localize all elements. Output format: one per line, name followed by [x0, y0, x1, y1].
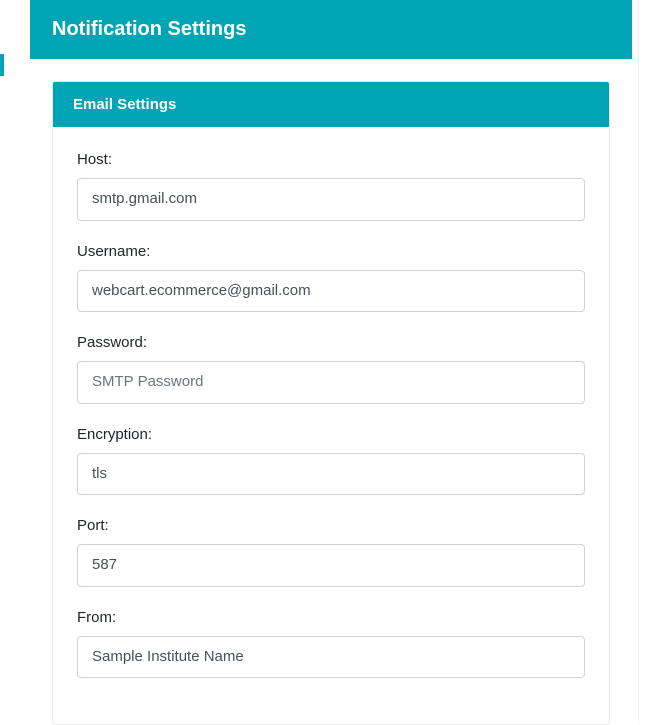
page-title: Notification Settings	[52, 18, 610, 41]
page-header: Notification Settings	[30, 0, 632, 59]
port-input[interactable]	[77, 544, 585, 587]
form-group-password: Password:	[77, 334, 585, 404]
port-label: Port:	[77, 517, 585, 534]
card-body: Host: Username: Password: Encryption: Po…	[53, 127, 609, 724]
form-group-username: Username:	[77, 243, 585, 313]
form-group-from: From:	[77, 609, 585, 679]
encryption-input[interactable]	[77, 453, 585, 496]
host-label: Host:	[77, 151, 585, 168]
form-group-host: Host:	[77, 151, 585, 221]
right-edge-panel	[638, 0, 662, 723]
form-group-encryption: Encryption:	[77, 426, 585, 496]
password-label: Password:	[77, 334, 585, 351]
password-input[interactable]	[77, 361, 585, 404]
card-header: Email Settings	[53, 82, 609, 127]
encryption-label: Encryption:	[77, 426, 585, 443]
from-label: From:	[77, 609, 585, 626]
username-input[interactable]	[77, 270, 585, 313]
left-accent-bar	[0, 54, 4, 76]
host-input[interactable]	[77, 178, 585, 221]
username-label: Username:	[77, 243, 585, 260]
from-input[interactable]	[77, 636, 585, 679]
form-group-port: Port:	[77, 517, 585, 587]
email-settings-card: Email Settings Host: Username: Password:…	[52, 81, 610, 725]
